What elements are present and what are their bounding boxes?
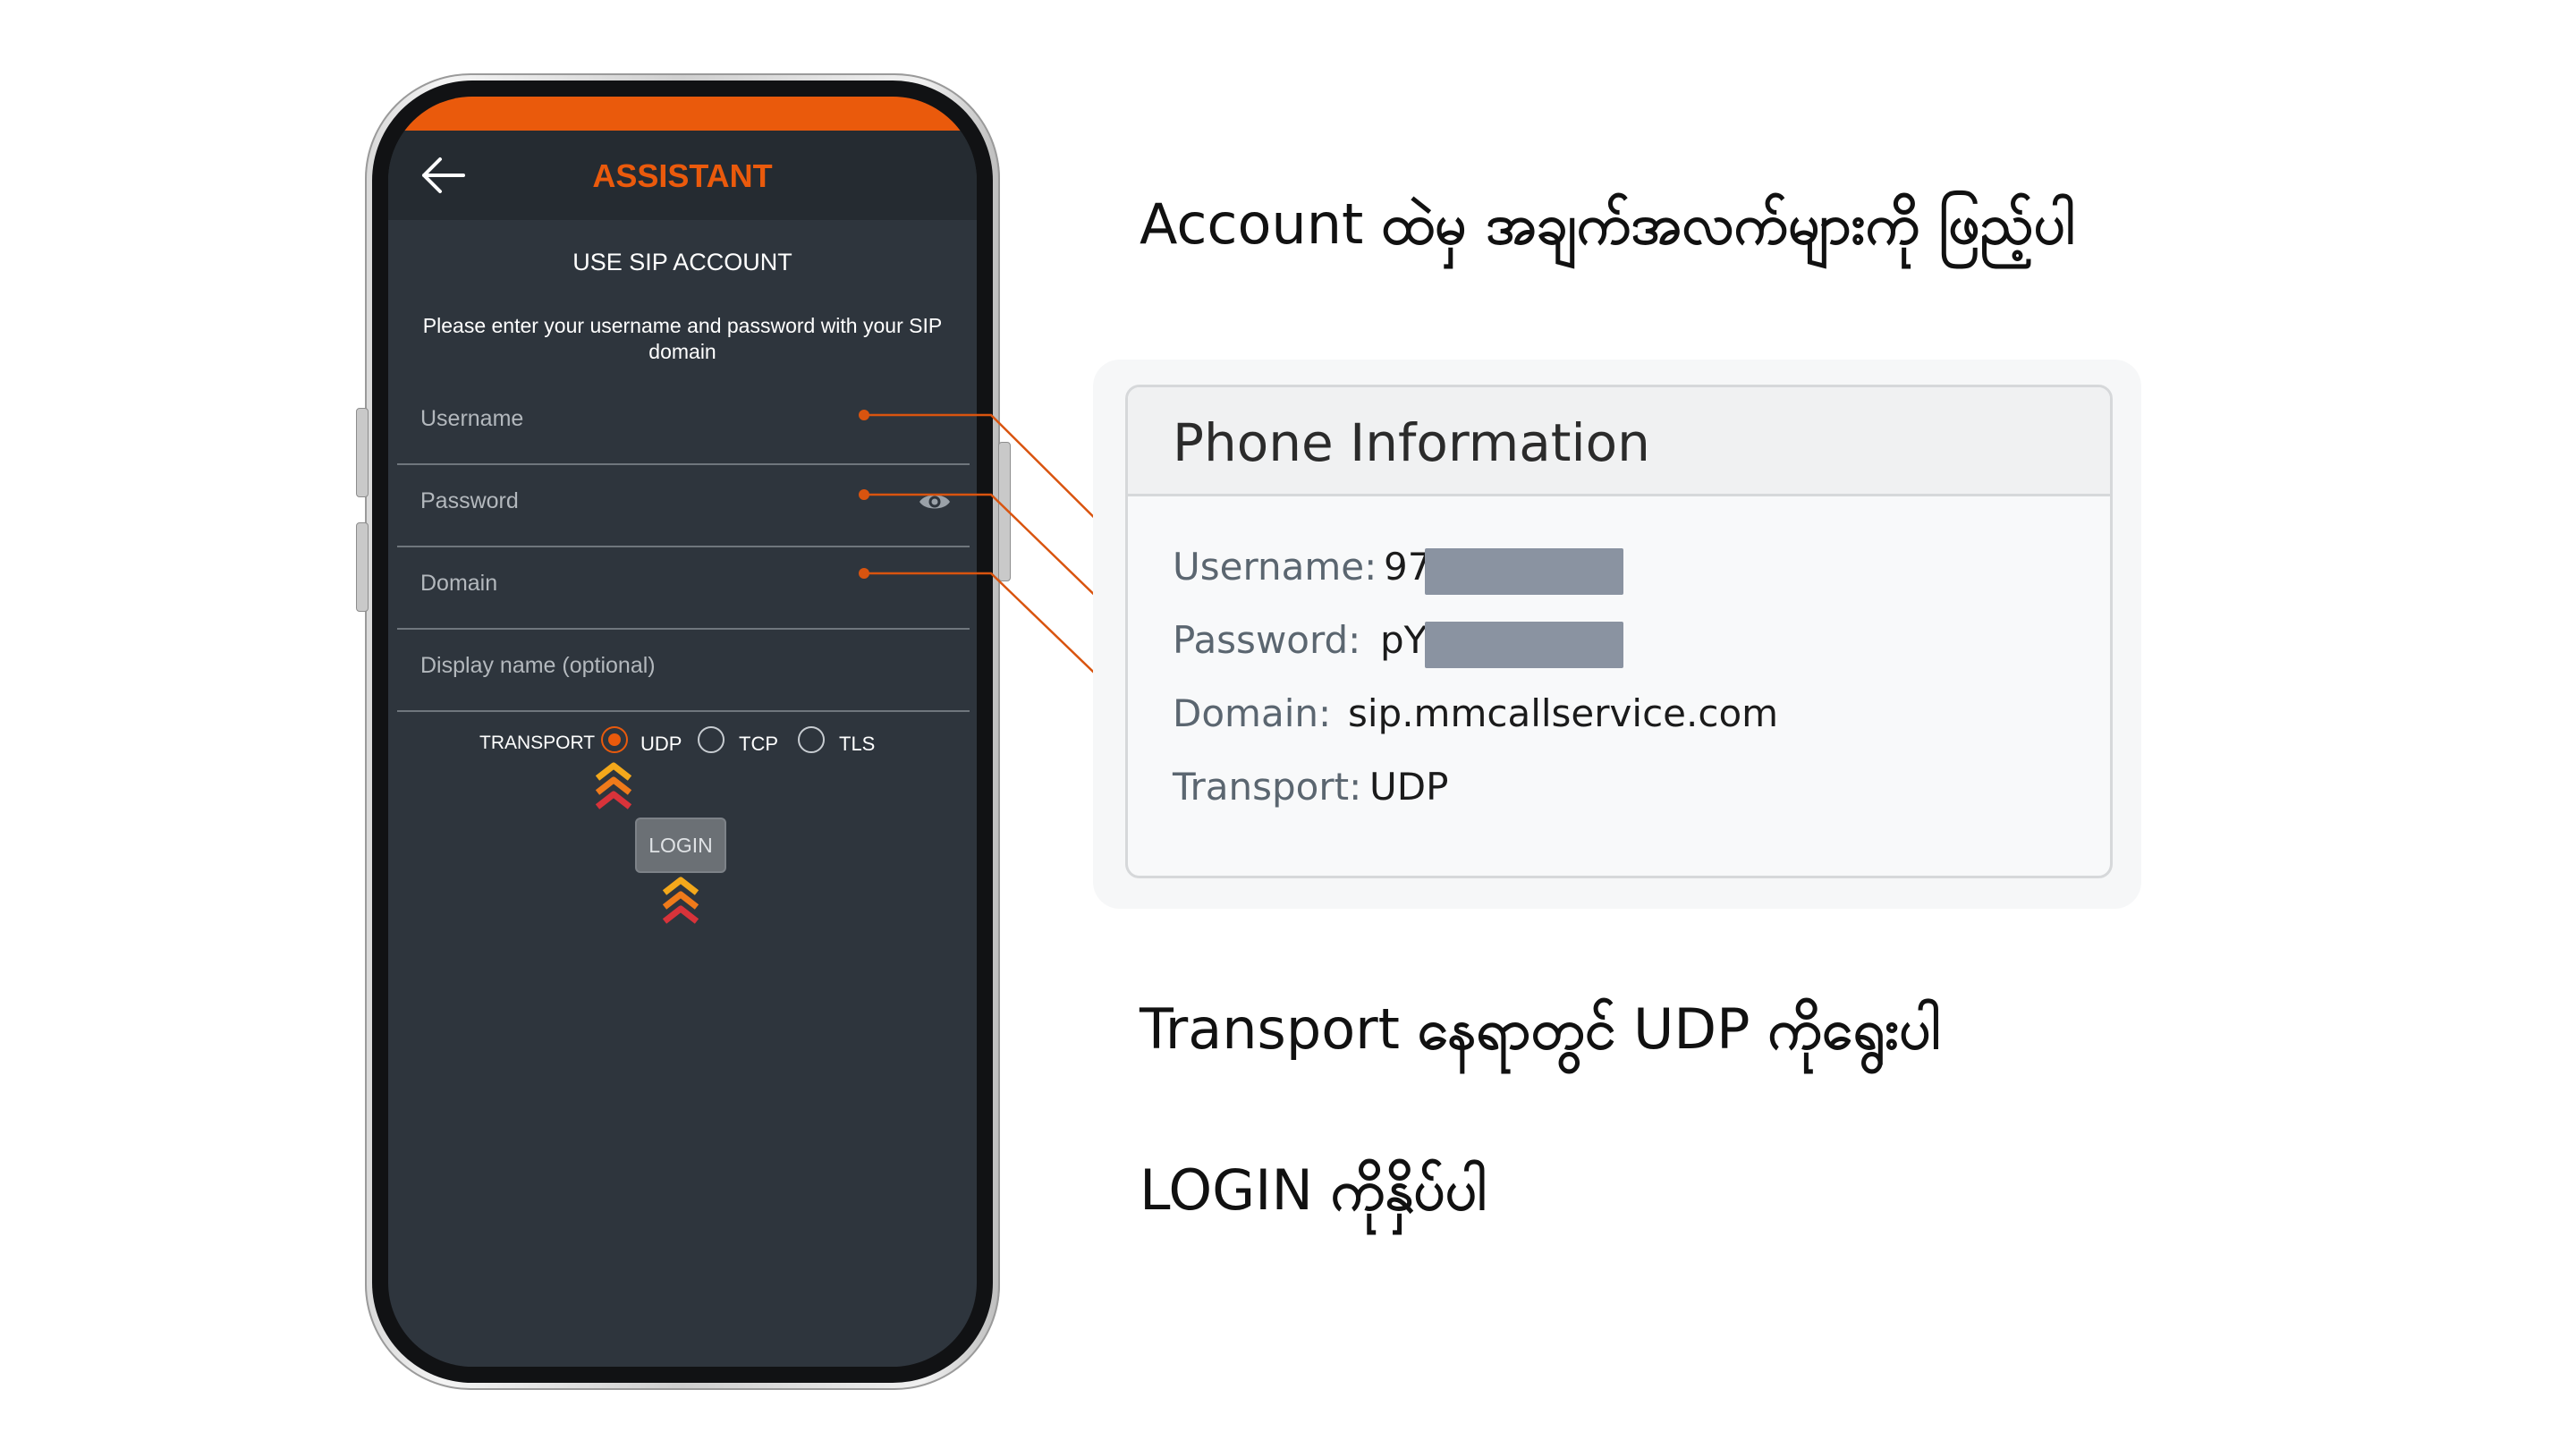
transport-radio-udp[interactable]	[601, 726, 628, 753]
transport-key: Transport:	[1173, 765, 1362, 809]
redacted-block	[1425, 548, 1623, 595]
radio-selected-dot	[608, 733, 621, 746]
chevron-up-icon	[662, 877, 699, 924]
login-instructions: Please enter your username and password …	[422, 314, 943, 363]
redacted-block	[1425, 622, 1623, 668]
step2-myanmar-place: နေရာတွင်	[1417, 996, 1616, 1062]
info-card-title: Phone Information	[1173, 412, 1650, 473]
status-bar	[388, 97, 977, 131]
username-placeholder: Username	[420, 406, 524, 431]
step-press-login: LOGIN ကိုနှိပ်ပါ	[1140, 1156, 1487, 1237]
step3-myanmar: ကိုနှိပ်ပါ	[1330, 1157, 1487, 1223]
step-fill-account-info: Account ထဲမှ အချက်အလက်များကို ဖြည့်ပါ	[1140, 190, 2075, 271]
step2-english-udp: UDP	[1632, 996, 1750, 1062]
username-field[interactable]: Username	[397, 383, 970, 465]
transport-value: UDP	[1369, 765, 1449, 809]
power-button	[998, 442, 1011, 581]
transport-label: TRANSPORT	[479, 733, 596, 753]
transport-option-udp: UDP	[640, 733, 682, 755]
step1-myanmar: ထဲမှ အချက်အလက်များကို ဖြည့်ပါ	[1381, 191, 2075, 257]
display-name-placeholder: Display name (optional)	[420, 653, 656, 678]
info-row-transport: Transport: UDP	[1173, 765, 2067, 818]
domain-key: Domain:	[1173, 691, 1332, 735]
info-row-username: Username: 97	[1173, 545, 2067, 598]
info-row-domain: Domain: sip.mmcallservice.com	[1173, 691, 2067, 745]
login-button[interactable]: LOGIN	[635, 818, 726, 873]
step-select-udp: Transport နေရာတွင် UDP ကိုရွေးပါ	[1140, 995, 1940, 1076]
transport-selector: TRANSPORT UDP TCP TLS	[388, 723, 977, 758]
transport-radio-tcp[interactable]	[698, 726, 724, 753]
volume-down-button	[356, 522, 369, 612]
radio-ring	[698, 726, 724, 753]
step2-english-transport: Transport	[1140, 996, 1400, 1062]
domain-placeholder: Domain	[420, 571, 498, 596]
domain-field[interactable]: Domain	[397, 547, 970, 630]
app-toolbar: ASSISTANT	[388, 131, 977, 220]
step2-myanmar-select: ကိုရွေးပါ	[1767, 996, 1941, 1062]
show-password-eye-icon[interactable]	[918, 490, 952, 513]
phone-screen: ASSISTANT USE SIP ACCOUNT Please enter y…	[388, 97, 977, 1367]
app-title: ASSISTANT	[592, 157, 773, 194]
password-value: pY	[1380, 618, 1428, 662]
password-field[interactable]: Password	[397, 465, 970, 547]
transport-option-tls: TLS	[839, 733, 876, 755]
password-key: Password:	[1173, 618, 1361, 662]
phone-information-card: Phone Information Username: 97 Password:…	[1125, 385, 2113, 878]
chevron-up-icon	[595, 762, 632, 809]
display-name-field[interactable]: Display name (optional)	[397, 630, 970, 712]
step3-english: LOGIN	[1140, 1157, 1313, 1223]
radio-ring	[798, 726, 825, 753]
info-card-header: Phone Information	[1128, 387, 2110, 496]
username-key: Username:	[1173, 545, 1377, 589]
section-title: USE SIP ACCOUNT	[572, 249, 792, 275]
transport-radio-tls[interactable]	[798, 726, 825, 753]
domain-value: sip.mmcallservice.com	[1348, 691, 1779, 735]
step1-english: Account	[1140, 191, 1364, 257]
volume-up-button	[356, 408, 369, 497]
info-row-password: Password: pY	[1173, 618, 2067, 672]
transport-option-tcp: TCP	[739, 733, 778, 755]
password-placeholder: Password	[420, 488, 519, 513]
